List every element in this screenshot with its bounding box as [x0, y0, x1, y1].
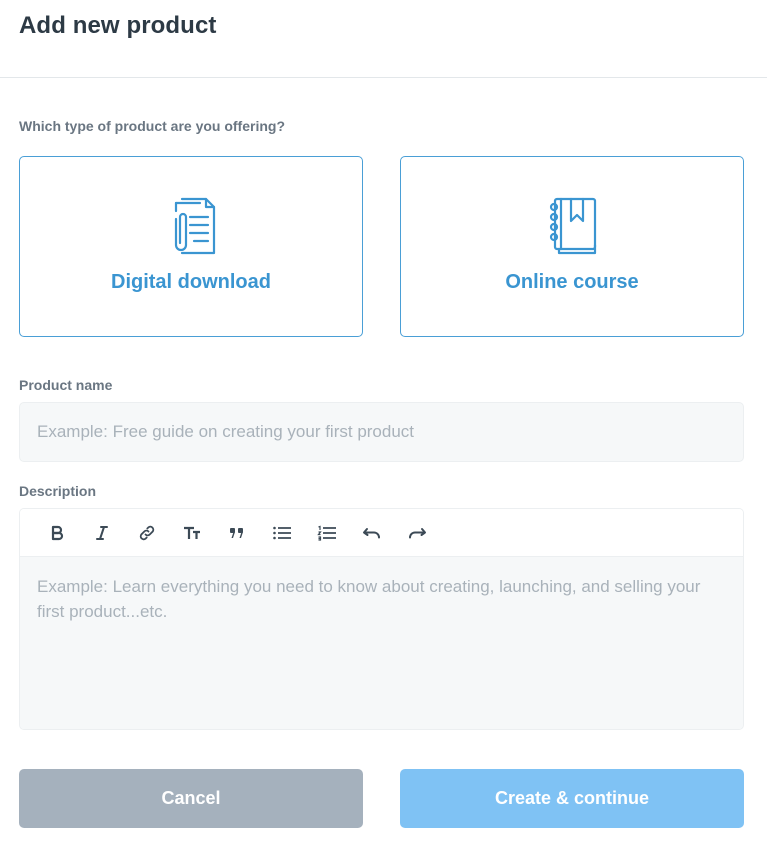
numbered-list-button[interactable] — [304, 509, 349, 557]
description-editor: Example: Learn everything you need to kn… — [19, 508, 744, 730]
bullet-list-icon — [272, 526, 291, 539]
product-type-question: Which type of product are you offering? — [19, 118, 285, 134]
document-paperclip-icon — [174, 197, 216, 255]
text-size-button[interactable] — [169, 509, 214, 557]
notebook-bookmark-icon — [549, 197, 597, 255]
link-button[interactable] — [124, 509, 169, 557]
create-continue-button[interactable]: Create & continue — [400, 769, 744, 828]
text-size-icon — [183, 526, 200, 539]
editor-toolbar — [20, 509, 743, 557]
description-textarea[interactable]: Example: Learn everything you need to kn… — [20, 557, 743, 729]
description-label: Description — [19, 483, 97, 499]
page-title: Add new product — [19, 12, 217, 39]
undo-icon — [362, 527, 380, 538]
product-name-input[interactable] — [19, 402, 744, 462]
online-course-label: Online course — [505, 271, 639, 293]
italic-button[interactable] — [79, 509, 124, 557]
digital-download-label: Digital download — [111, 271, 271, 293]
undo-button[interactable] — [349, 509, 394, 557]
quote-button[interactable] — [214, 509, 259, 557]
redo-icon — [408, 527, 426, 538]
italic-icon — [95, 525, 108, 540]
numbered-list-icon — [316, 525, 336, 541]
bullet-list-button[interactable] — [259, 509, 304, 557]
online-course-option[interactable]: Online course — [400, 156, 744, 337]
add-product-dialog: Add new product Which type of product ar… — [0, 0, 767, 847]
bold-button[interactable] — [34, 509, 79, 557]
digital-download-option[interactable]: Digital download — [19, 156, 363, 337]
product-name-label: Product name — [19, 377, 113, 393]
bold-icon — [51, 525, 63, 540]
dialog-header: Add new product — [0, 0, 767, 78]
redo-button[interactable] — [394, 509, 439, 557]
link-icon — [139, 525, 154, 540]
quote-icon — [229, 527, 243, 538]
cancel-button[interactable]: Cancel — [19, 769, 363, 828]
